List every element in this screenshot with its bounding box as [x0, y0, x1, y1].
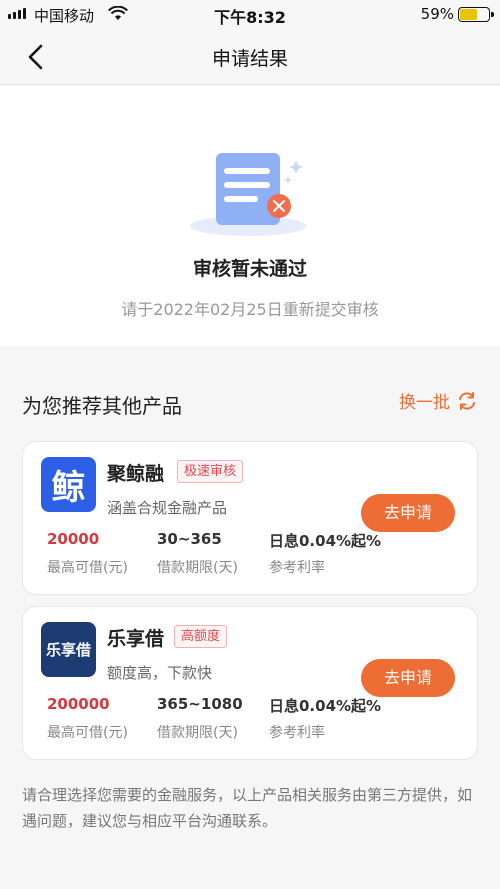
- product-card[interactable]: 鲸 聚鲸融 极速审核 涵盖合规金融产品 去申请 20000 30~365 日息0…: [22, 441, 478, 595]
- product-name: 乐享借: [107, 628, 165, 650]
- product-name: 聚鲸融: [107, 463, 165, 485]
- product-desc: 涵盖合规金融产品: [107, 499, 228, 517]
- apply-button[interactable]: 去申请: [361, 659, 455, 697]
- max-amount-value: 200000: [47, 695, 110, 713]
- product-logo: 鲸: [41, 457, 96, 512]
- max-amount-value: 20000: [47, 530, 100, 548]
- status-bar: 中国移动 下午8:32 59%: [0, 0, 500, 28]
- page-title: 申请结果: [211, 48, 288, 70]
- result-subtitle: 请于2022年02月25日重新提交审核: [121, 300, 379, 319]
- product-tag: 极速审核: [177, 460, 244, 483]
- product-tag: 高额度: [174, 625, 228, 648]
- apply-button[interactable]: 去申请: [361, 494, 455, 532]
- refresh-label: 换一批: [399, 393, 450, 413]
- refresh-button[interactable]: 换一批: [399, 388, 478, 413]
- term-label: 借款期限(天): [157, 725, 238, 741]
- term-value: 365~1080: [157, 695, 243, 713]
- rate-value: 日息0.04%起%: [269, 532, 382, 550]
- nav-bar: 申请结果: [0, 28, 500, 85]
- rate-label: 参考利率: [269, 725, 325, 741]
- product-desc: 额度高，下款快: [107, 664, 213, 682]
- refresh-icon: [459, 391, 475, 410]
- product-card[interactable]: 乐享借 乐享借 高额度 额度高，下款快 去申请 200000 365~1080 …: [22, 606, 478, 760]
- battery-icon: [458, 7, 494, 22]
- rate-value: 日息0.04%起%: [269, 697, 382, 715]
- product-logo: 乐享借: [41, 622, 96, 677]
- disclaimer-text: 请合理选择您需要的金融服务，以上产品相关服务由第三方提供，如遇问题，建议您与相应…: [22, 786, 473, 830]
- max-amount-label: 最高可借(元): [47, 725, 128, 741]
- term-label: 借款期限(天): [157, 560, 238, 576]
- rate-label: 参考利率: [269, 560, 325, 576]
- term-value: 30~365: [157, 530, 222, 548]
- result-title: 审核暂未通过: [192, 258, 307, 280]
- max-amount-label: 最高可借(元): [47, 560, 128, 576]
- recommend-title: 为您推荐其他产品: [22, 394, 182, 418]
- document-rejected-illustration: [190, 153, 306, 236]
- battery-percent: 59%: [420, 5, 454, 23]
